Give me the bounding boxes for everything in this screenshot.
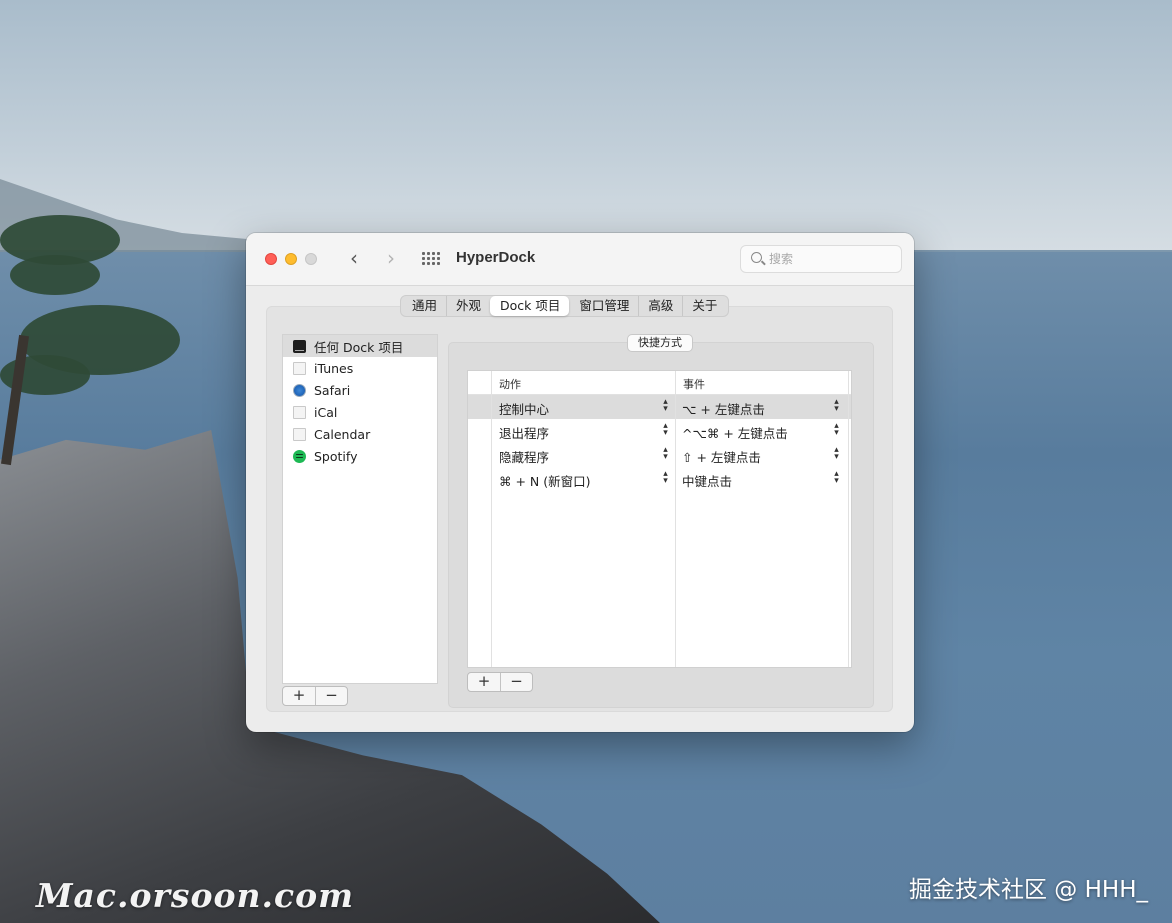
tab-appearance[interactable]: 外观 <box>446 296 490 316</box>
zoom-button <box>305 253 317 265</box>
updown-chevron-icon[interactable]: ▴ ▾ <box>832 470 841 486</box>
table-row[interactable]: 控制中心 ▴ ▾ ⌥ + 左键点击 ▴ ▾ <box>468 395 851 419</box>
event-cell[interactable]: ⇧ + 左键点击 <box>682 447 761 466</box>
column-divider <box>491 371 492 667</box>
tab-about[interactable]: 关于 <box>682 296 726 316</box>
document-icon <box>293 405 306 419</box>
dock-icon <box>293 339 306 353</box>
updown-chevron-icon[interactable]: ▴ ▾ <box>661 470 670 486</box>
add-shortcut-button[interactable]: + <box>468 673 500 691</box>
document-icon <box>293 427 306 441</box>
preferences-window: ‹ › HyperDock 通用 外观 Dock 项目 窗口管理 高级 关于 任… <box>246 233 914 732</box>
list-item[interactable]: 任何 Dock 项目 <box>283 335 437 357</box>
shortcuts-table[interactable]: 动作 事件 控制中心 ▴ ▾ ⌥ + 左键点击 ▴ ▾ 退出程序 ▴ ▾ ^⌥⌘ + … <box>467 370 852 668</box>
updown-chevron-icon[interactable]: ▴ ▾ <box>832 422 841 438</box>
updown-chevron-icon[interactable]: ▴ ▾ <box>832 398 841 414</box>
chevron-right-icon: › <box>387 246 395 270</box>
remove-dock-item-button[interactable]: − <box>315 687 347 705</box>
column-header-event[interactable]: 事件 <box>683 376 705 392</box>
action-cell[interactable]: 隐藏程序 <box>499 447 549 466</box>
title-bar: ‹ › HyperDock <box>246 233 914 286</box>
chevron-left-icon: ‹ <box>350 246 358 270</box>
updown-chevron-icon[interactable]: ▴ ▾ <box>661 446 670 462</box>
spotify-icon <box>293 449 306 463</box>
list-item-label: Calendar <box>314 426 371 442</box>
search-icon <box>751 252 762 263</box>
show-all-grid-icon[interactable] <box>422 252 440 266</box>
tab-window-management[interactable]: 窗口管理 <box>569 296 638 316</box>
forward-button[interactable]: › <box>379 247 403 271</box>
dock-item-list[interactable]: 任何 Dock 项目 iTunes Safari iCal Calendar S… <box>282 334 438 684</box>
remove-shortcut-button[interactable]: − <box>500 673 532 691</box>
updown-chevron-icon[interactable]: ▴ ▾ <box>832 446 841 462</box>
updown-chevron-icon[interactable]: ▴ ▾ <box>661 422 670 438</box>
tab-bar: 通用 外观 Dock 项目 窗口管理 高级 关于 <box>400 295 730 317</box>
document-icon <box>293 361 306 375</box>
column-divider <box>675 371 676 667</box>
safari-icon <box>293 383 306 397</box>
watermark-right: 掘金技术社区 @ HHH_ <box>908 877 1148 903</box>
event-cell[interactable]: ^⌥⌘ + 左键点击 <box>682 423 788 442</box>
window-title: HyperDock <box>456 249 536 266</box>
list-item-label: Safari <box>314 382 351 398</box>
column-header-action[interactable]: 动作 <box>499 376 521 392</box>
table-row[interactable]: 退出程序 ▴ ▾ ^⌥⌘ + 左键点击 ▴ ▾ <box>468 419 851 443</box>
table-header: 动作 事件 <box>468 371 851 395</box>
search-field[interactable] <box>740 245 902 273</box>
table-row[interactable]: 隐藏程序 ▴ ▾ ⇧ + 左键点击 ▴ ▾ <box>468 443 851 467</box>
search-input[interactable] <box>769 250 895 268</box>
list-item-label: 任何 Dock 项目 <box>314 339 404 355</box>
table-row[interactable]: ⌘ + N (新窗口) ▴ ▾ 中键点击 ▴ ▾ <box>468 467 851 491</box>
tab-advanced[interactable]: 高级 <box>638 296 682 316</box>
updown-chevron-icon[interactable]: ▴ ▾ <box>661 398 670 414</box>
minimize-button[interactable] <box>285 253 297 265</box>
tab-general[interactable]: 通用 <box>403 296 446 316</box>
watermark-left: Mac.orsoon.com <box>36 876 354 915</box>
list-item-label: Spotify <box>314 448 358 464</box>
back-button[interactable]: ‹ <box>342 247 366 271</box>
list-item[interactable]: Safari <box>283 379 437 401</box>
list-item[interactable]: iTunes <box>283 357 437 379</box>
list-item[interactable]: iCal <box>283 401 437 423</box>
tab-dock-items[interactable]: Dock 项目 <box>490 296 570 316</box>
list-item[interactable]: Calendar <box>283 423 437 445</box>
shortcut-add-remove: + − <box>467 672 533 692</box>
dock-item-add-remove: + − <box>282 686 348 706</box>
desktop-tree <box>0 215 190 466</box>
list-item-label: iCal <box>314 404 338 420</box>
column-divider <box>848 371 849 667</box>
event-cell[interactable]: ⌥ + 左键点击 <box>682 399 765 418</box>
list-item-label: iTunes <box>314 360 354 376</box>
desktop-sky <box>0 0 1172 250</box>
shortcuts-group-label: 快捷方式 <box>627 334 693 352</box>
add-dock-item-button[interactable]: + <box>283 687 315 705</box>
event-cell[interactable]: 中键点击 <box>682 471 732 490</box>
action-cell[interactable]: 退出程序 <box>499 423 549 442</box>
action-cell[interactable]: 控制中心 <box>499 399 549 418</box>
close-button[interactable] <box>265 253 277 265</box>
list-item[interactable]: Spotify <box>283 445 437 467</box>
action-cell[interactable]: ⌘ + N (新窗口) <box>499 471 591 490</box>
